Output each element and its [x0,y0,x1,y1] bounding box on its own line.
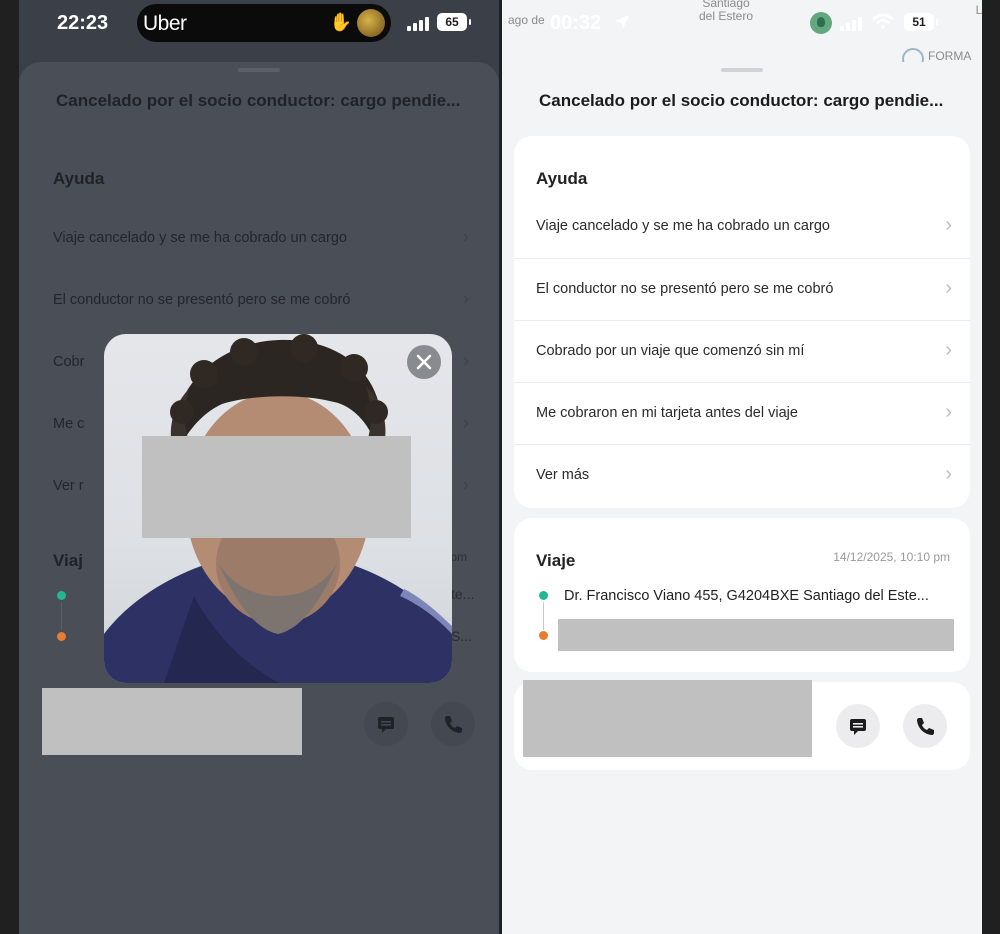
help-item-see-more[interactable]: Ver más › [514,444,970,506]
uber-brand: Uber [143,12,187,35]
right-phone-screen: Santiago del Estero ago de L FORMA 00:32… [502,0,982,934]
redacted-face [142,436,411,538]
phone-icon [917,718,934,735]
message-icon [850,719,866,735]
chevron-right-icon: › [945,401,952,423]
status-bar: 00:32 51 [502,0,982,48]
phone-icon [445,716,462,733]
chevron-right-icon: › [462,350,469,372]
trip-date: 14/12/2025, 10:10 pm [833,550,950,564]
redacted-driver-info [42,688,302,755]
trip-card[interactable]: Viaje 14/12/2025, 10:10 pm Dr. Francisco… [514,518,970,672]
trip-heading: Viaje [536,551,576,570]
sheet-title: Cancelado por el socio conductor: cargo … [56,91,461,110]
help-item-label: El conductor no se presentó pero se me c… [536,281,834,297]
chevron-right-icon: › [462,412,469,434]
chevron-right-icon: › [945,463,952,485]
help-card: Ayuda Viaje cancelado y se me ha cobrado… [514,136,970,508]
route-end-dot [539,631,548,640]
call-button[interactable] [431,702,475,746]
message-icon [378,717,394,733]
route-line [61,602,62,630]
bottom-sheet: Cancelado por el socio conductor: cargo … [502,62,982,934]
help-item-cancelled-charged[interactable]: Viaje cancelado y se me ha cobrado un ca… [31,208,487,270]
sheet-grabber[interactable] [721,68,763,72]
status-bar: 22:23 Uber ✋ 65 [19,0,499,48]
help-item-label: Cobrado por un viaje que comenzó sin mí [536,343,805,359]
trip-dropoff: S... [451,628,473,644]
live-activity-pill[interactable]: Uber ✋ [137,4,391,42]
sheet-title: Cancelado por el socio conductor: cargo … [539,91,944,110]
chevron-right-icon: › [945,339,952,361]
trip-pickup: te... [451,586,475,602]
chevron-right-icon: › [945,214,952,236]
trip-heading: Viaj [53,551,83,570]
wifi-icon [872,13,894,30]
help-item-label: Cobr [53,354,85,370]
chevron-right-icon: › [462,474,469,496]
location-arrow-icon [615,15,629,29]
driver-card [514,680,970,770]
route-start-dot [57,591,66,600]
driver-photo-popup [104,334,452,683]
battery-icon: 65 [437,13,471,31]
trip-pickup-address: Dr. Francisco Viano 455, G4204BXE Santia… [564,588,929,604]
redacted-dropoff-address [558,619,954,651]
signal-icon [407,15,429,31]
help-item-label: Viaje cancelado y se me ha cobrado un ca… [536,218,830,234]
help-item-label: Me cobraron en mi tarjeta antes del viaj… [536,405,798,421]
status-time: 00:32 [550,12,602,34]
status-time: 22:23 [57,12,109,34]
help-item-label: El conductor no se presentó pero se me c… [53,292,351,308]
help-item-label: Me c [53,416,85,432]
help-item-label: Viaje cancelado y se me ha cobrado un ca… [53,230,347,246]
help-heading: Ayuda [536,169,588,188]
sheet-grabber[interactable] [238,68,280,72]
message-button[interactable] [836,704,880,748]
signal-icon [840,15,862,31]
chevron-right-icon: › [462,226,469,248]
close-icon [416,354,432,370]
battery-icon: 51 [904,13,938,31]
route-line [543,602,544,630]
help-item-trip-started[interactable]: Cobrado por un viaje que comenzó sin mí … [514,320,970,382]
help-item-label: Ver más [536,467,590,483]
call-button[interactable] [903,704,947,748]
map-thumb-icon [357,9,385,37]
help-item-label: Ver r [53,478,84,494]
chevron-right-icon: › [945,277,952,299]
help-item-driver-no-show[interactable]: El conductor no se presentó pero se me c… [31,270,487,332]
message-button[interactable] [364,702,408,746]
driver-card [31,682,487,770]
redacted-driver-info [523,680,812,757]
close-popup-button[interactable] [407,345,441,379]
help-item-cancelled-charged[interactable]: Viaje cancelado y se me ha cobrado un ca… [514,196,970,258]
left-phone-screen: 22:23 Uber ✋ 65 Cancelado por el socio c… [19,0,499,934]
help-heading: Ayuda [53,169,105,188]
route-start-dot [539,591,548,600]
route-end-dot [57,632,66,641]
hand-icon: ✋ [329,12,353,32]
chevron-right-icon: › [462,288,469,310]
help-item-card-charge[interactable]: Me cobraron en mi tarjeta antes del viaj… [514,382,970,444]
help-item-driver-no-show[interactable]: El conductor no se presentó pero se me c… [514,258,970,320]
